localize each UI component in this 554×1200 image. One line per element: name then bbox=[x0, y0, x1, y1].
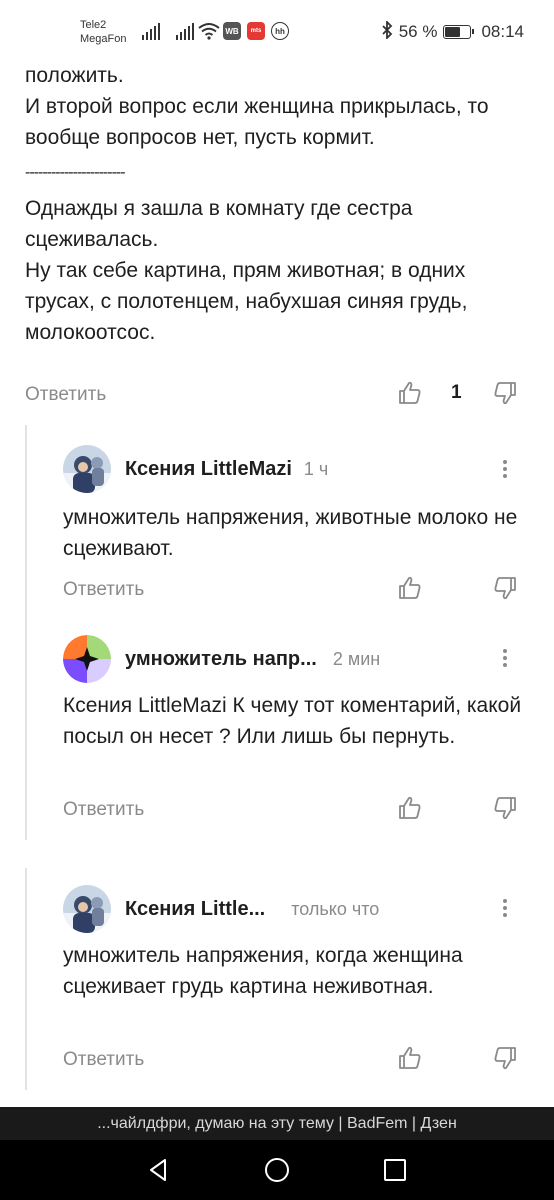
more-vertical-icon[interactable] bbox=[499, 897, 511, 921]
more-vertical-icon[interactable] bbox=[499, 458, 511, 482]
reply-button[interactable]: Ответить bbox=[63, 579, 144, 601]
reply-button[interactable]: Ответить bbox=[63, 1049, 144, 1071]
avatar[interactable] bbox=[63, 635, 111, 683]
text-divider: ----------------------- bbox=[25, 164, 126, 181]
back-icon[interactable] bbox=[145, 1156, 173, 1184]
thumbs-down-icon[interactable] bbox=[492, 380, 518, 406]
post-body: положить. И второй вопрос если женщина п… bbox=[25, 60, 525, 348]
comment-text: умножитель напряжения, животные молоко н… bbox=[63, 506, 518, 560]
thumbs-up-icon[interactable] bbox=[397, 575, 423, 601]
post-text: положить. И второй вопрос если женщина п… bbox=[25, 64, 489, 149]
thumbs-up-icon[interactable] bbox=[397, 795, 423, 821]
hh-app-icon: hh bbox=[271, 22, 289, 40]
comment-text: Ксения LittleMazi К чему тот коментарий,… bbox=[63, 694, 522, 748]
reply-button[interactable]: Ответить bbox=[25, 384, 106, 406]
navigation-bar bbox=[0, 1140, 554, 1200]
avatar[interactable] bbox=[63, 885, 111, 933]
wifi-icon bbox=[198, 22, 220, 40]
clock: 08:14 bbox=[481, 22, 524, 41]
thumbs-down-icon[interactable] bbox=[492, 575, 518, 601]
thumbs-up-icon[interactable] bbox=[397, 1045, 423, 1071]
avatar[interactable] bbox=[63, 445, 111, 493]
reply-button[interactable]: Ответить bbox=[63, 799, 144, 821]
wb-app-icon: WB bbox=[223, 22, 241, 40]
carrier-1: Tele2 bbox=[80, 19, 107, 31]
comment-author[interactable]: Ксения Little... bbox=[125, 898, 265, 921]
more-vertical-icon[interactable] bbox=[499, 647, 511, 671]
comment-header: Ксения LittleMazi 1 ч bbox=[63, 445, 493, 493]
thumbs-down-icon[interactable] bbox=[492, 795, 518, 821]
comment-time: 1 ч bbox=[303, 458, 329, 479]
status-bar: Tele2 MegaFon WB mts hh 56 % 08:14 bbox=[0, 0, 554, 62]
comment-header: умножитель напр... 2 мин bbox=[63, 635, 493, 683]
comment-time: 2 мин bbox=[332, 648, 381, 669]
like-count: 1 bbox=[451, 382, 462, 403]
mts-app-icon: mts bbox=[247, 22, 265, 40]
thumbs-up-icon[interactable] bbox=[397, 380, 423, 406]
post-actions: Ответить 1 bbox=[25, 380, 525, 410]
comment-actions: Ответить bbox=[63, 575, 525, 605]
carrier-2: MegaFon bbox=[80, 33, 127, 45]
thumbs-down-icon[interactable] bbox=[492, 1045, 518, 1071]
comment-header: Ксения Little... только что bbox=[63, 885, 493, 933]
comment-time: только что bbox=[291, 898, 380, 919]
page-title-banner[interactable]: ...чайлдфри, думаю на эту тему | BadFem … bbox=[0, 1107, 554, 1140]
recents-icon[interactable] bbox=[381, 1156, 409, 1184]
signal-icon-2 bbox=[176, 22, 194, 40]
comment-actions: Ответить bbox=[63, 795, 525, 825]
comment-actions: Ответить bbox=[63, 1045, 525, 1075]
comment-text: умножитель напряжения, когда женщина сце… bbox=[63, 944, 463, 998]
thread-line bbox=[25, 868, 27, 1090]
thread-line bbox=[25, 425, 27, 840]
signal-icon bbox=[142, 22, 160, 40]
comment-author[interactable]: Ксения LittleMazi bbox=[125, 458, 292, 481]
comment-author[interactable]: умножитель напр... bbox=[125, 648, 317, 671]
carrier-info: Tele2 MegaFon bbox=[80, 18, 126, 46]
battery-percent: 56 % bbox=[398, 22, 438, 41]
home-icon[interactable] bbox=[263, 1156, 291, 1184]
post-text-2: Однажды я зашла в комнату где сестра сце… bbox=[25, 197, 468, 344]
bluetooth-icon bbox=[381, 19, 393, 44]
battery-icon bbox=[443, 25, 475, 39]
status-right: 56 % 08:14 bbox=[381, 19, 524, 44]
